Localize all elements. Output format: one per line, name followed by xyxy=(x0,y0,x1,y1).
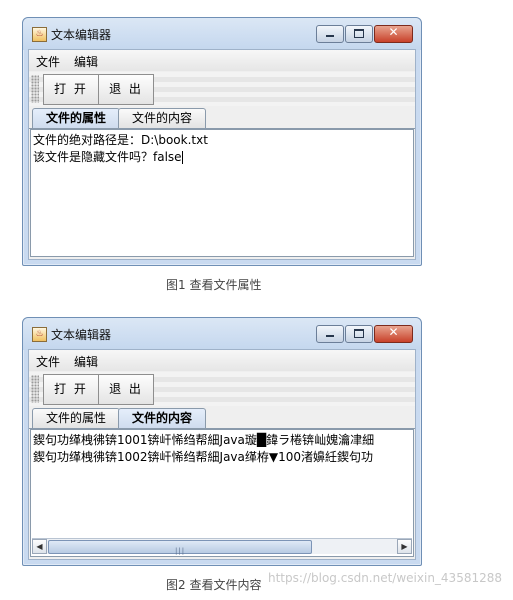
window-content: 文件 编辑 打 开 退 出 文件的属性 文件的内容 文件的绝对路径是：D:\bo… xyxy=(28,49,416,260)
text-line: 该文件是隐藏文件吗？false xyxy=(33,150,182,164)
menu-bar: 文件 编辑 xyxy=(29,50,415,71)
menu-file[interactable]: 文件 xyxy=(36,53,60,70)
close-button[interactable]: ✕ xyxy=(374,325,413,343)
minimize-button[interactable] xyxy=(316,325,344,343)
maximize-button[interactable] xyxy=(345,325,373,343)
watermark: https://blog.csdn.net/weixin_43581288 xyxy=(267,571,502,585)
properties-text-area[interactable]: 文件的绝对路径是：D:\book.txt 该文件是隐藏文件吗？false xyxy=(30,129,414,257)
exit-button[interactable]: 退 出 xyxy=(98,374,154,405)
arrow-right-icon[interactable]: ▶ xyxy=(397,539,412,554)
minimize-button[interactable] xyxy=(316,25,344,43)
grip-icon: ||| xyxy=(175,547,186,555)
tab-file-content[interactable]: 文件的内容 xyxy=(118,408,206,428)
menu-file[interactable]: 文件 xyxy=(36,353,60,370)
text-line: 文件的绝对路径是：D:\book.txt xyxy=(33,133,208,147)
maximize-button[interactable] xyxy=(345,25,373,43)
tab-file-properties[interactable]: 文件的属性 xyxy=(32,108,120,128)
window-title: 文本编辑器 xyxy=(51,28,112,42)
figure-caption: 图2 查看文件内容 xyxy=(166,578,262,592)
tab-bar: 文件的属性 文件的内容 xyxy=(29,107,415,129)
exit-button[interactable]: 退 出 xyxy=(98,74,154,105)
tab-bar: 文件的属性 文件的内容 xyxy=(29,407,415,429)
window-content: 文件 编辑 打 开 退 出 文件的属性 文件的内容 鍥句功缂栧彿锛1001锛屽悕… xyxy=(28,349,416,560)
tab-file-content[interactable]: 文件的内容 xyxy=(118,108,206,128)
figure-caption: 图1 查看文件属性 xyxy=(166,278,262,292)
text-line-with-caret: 该文件是隐藏文件吗？false xyxy=(33,149,411,166)
arrow-left-icon[interactable]: ◀ xyxy=(32,539,47,554)
menu-edit[interactable]: 编辑 xyxy=(74,353,98,370)
close-icon: ✕ xyxy=(388,325,399,339)
toolbar-grip[interactable] xyxy=(31,75,39,103)
menu-edit[interactable]: 编辑 xyxy=(74,53,98,70)
toolbar: 打 开 退 出 xyxy=(29,372,415,406)
scrollbar-thumb[interactable]: ||| xyxy=(48,540,312,555)
text-line: 鍥句功缂栧彿锛1001锛屽悕绉帮細Java璇█鍏ラ棬锛屾媿瀹冿細 xyxy=(33,433,375,447)
close-button[interactable]: ✕ xyxy=(374,25,413,43)
text-editor-window-content: ♨ 文本编辑器 ✕ 文件 编辑 打 开 退 出 文件的属性 文件的内容 鍥句功缂… xyxy=(22,317,422,566)
title-bar[interactable]: ♨ 文本编辑器 ✕ xyxy=(23,318,421,350)
menu-bar: 文件 编辑 xyxy=(29,350,415,371)
java-cup-icon: ♨ xyxy=(32,327,47,342)
window-title: 文本编辑器 xyxy=(51,328,112,342)
horizontal-scrollbar[interactable]: ◀ ||| ▶ xyxy=(32,538,412,555)
close-icon: ✕ xyxy=(388,25,399,39)
title-bar[interactable]: ♨ 文本编辑器 ✕ xyxy=(23,18,421,50)
open-button[interactable]: 打 开 xyxy=(43,374,99,405)
toolbar-grip[interactable] xyxy=(31,375,39,403)
java-cup-icon: ♨ xyxy=(32,27,47,42)
open-button[interactable]: 打 开 xyxy=(43,74,99,105)
content-text-area[interactable]: 鍥句功缂栧彿锛1001锛屽悕绉帮細Java璇█鍏ラ棬锛屾媿瀹冿細 鍥句功缂栧彿锛… xyxy=(30,429,414,557)
tab-file-properties[interactable]: 文件的属性 xyxy=(32,408,120,428)
text-line: 鍥句功缂栧彿锛1002锛屽悕绉帮細Java缂栫▼100渚嬶紝鍥句功 xyxy=(33,450,374,464)
toolbar: 打 开 退 出 xyxy=(29,72,415,106)
text-caret xyxy=(181,151,183,164)
text-editor-window-properties: ♨ 文本编辑器 ✕ 文件 编辑 打 开 退 出 文件的属性 文件的内容 文件的绝… xyxy=(22,17,422,266)
